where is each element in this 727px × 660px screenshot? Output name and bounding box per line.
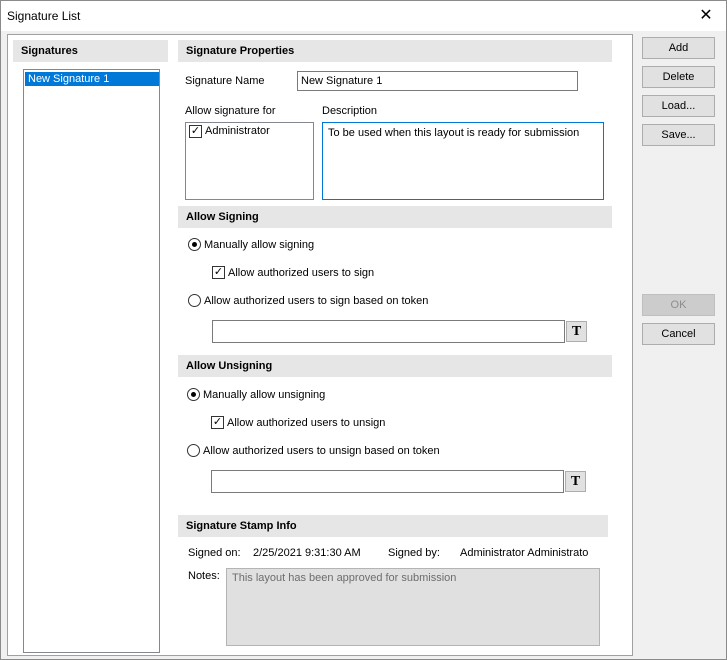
token-signing-label: Allow authorized users to sign based on … xyxy=(204,295,429,307)
signature-list-dialog: Signature List ✕ Signatures New Signatur… xyxy=(0,0,727,660)
signed-by-value: Administrator Administrato xyxy=(460,547,589,559)
signature-properties-header: Signature Properties xyxy=(178,40,612,62)
token-unsigning-label: Allow authorized users to unsign based o… xyxy=(203,445,440,457)
authorized-unsign-label: Allow authorized users to unsign xyxy=(227,417,386,429)
description-label: Description xyxy=(322,105,378,117)
manual-signing-radio[interactable] xyxy=(188,238,201,251)
signatures-list[interactable]: New Signature 1 xyxy=(23,69,160,653)
list-item[interactable]: New Signature 1 xyxy=(25,72,159,86)
save-button[interactable]: Save... xyxy=(642,124,715,146)
allow-signing-header: Allow Signing xyxy=(178,206,612,228)
allow-signature-for-label: Allow signature for xyxy=(185,105,276,117)
manual-unsigning-radio[interactable] xyxy=(187,388,200,401)
authorized-sign-checkbox[interactable]: ✓ xyxy=(212,266,225,279)
manual-signing-label: Manually allow signing xyxy=(204,239,315,251)
signing-token-button[interactable]: T xyxy=(566,321,587,342)
signature-name-input[interactable]: New Signature 1 xyxy=(297,71,578,91)
signed-on-value: 2/25/2021 9:31:30 AM xyxy=(253,547,361,559)
allow-unsigning-header: Allow Unsigning xyxy=(178,355,612,377)
administrator-checkbox[interactable]: ✓ xyxy=(189,125,202,138)
unsigning-token-input[interactable] xyxy=(211,470,564,493)
authorized-unsign-checkbox[interactable]: ✓ xyxy=(211,416,224,429)
allow-signature-for-list[interactable]: ✓ Administrator xyxy=(185,122,314,200)
load-button[interactable]: Load... xyxy=(642,95,715,117)
signatures-header: Signatures xyxy=(13,40,168,62)
add-button[interactable]: Add xyxy=(642,37,715,59)
manual-unsigning-label: Manually allow unsigning xyxy=(203,389,326,401)
title-bar: Signature List ✕ xyxy=(1,1,726,31)
signed-by-label: Signed by: xyxy=(388,547,440,559)
token-unsigning-radio[interactable] xyxy=(187,444,200,457)
signing-token-input[interactable] xyxy=(212,320,565,343)
notes-field: This layout has been approved for submis… xyxy=(226,568,600,646)
unsigning-token-button[interactable]: T xyxy=(565,471,586,492)
signed-on-label: Signed on: xyxy=(188,547,241,559)
cancel-button[interactable]: Cancel xyxy=(642,323,715,345)
authorized-sign-label: Allow authorized users to sign xyxy=(228,267,375,279)
close-icon[interactable]: ✕ xyxy=(686,1,726,31)
signature-name-label: Signature Name xyxy=(185,75,265,87)
administrator-label: Administrator xyxy=(205,125,270,137)
window-title: Signature List xyxy=(7,9,81,23)
delete-button[interactable]: Delete xyxy=(642,66,715,88)
notes-label: Notes: xyxy=(188,570,220,582)
description-input[interactable]: To be used when this layout is ready for… xyxy=(322,122,604,200)
signature-stamp-header: Signature Stamp Info xyxy=(178,515,608,537)
ok-button[interactable]: OK xyxy=(642,294,715,316)
token-signing-radio[interactable] xyxy=(188,294,201,307)
